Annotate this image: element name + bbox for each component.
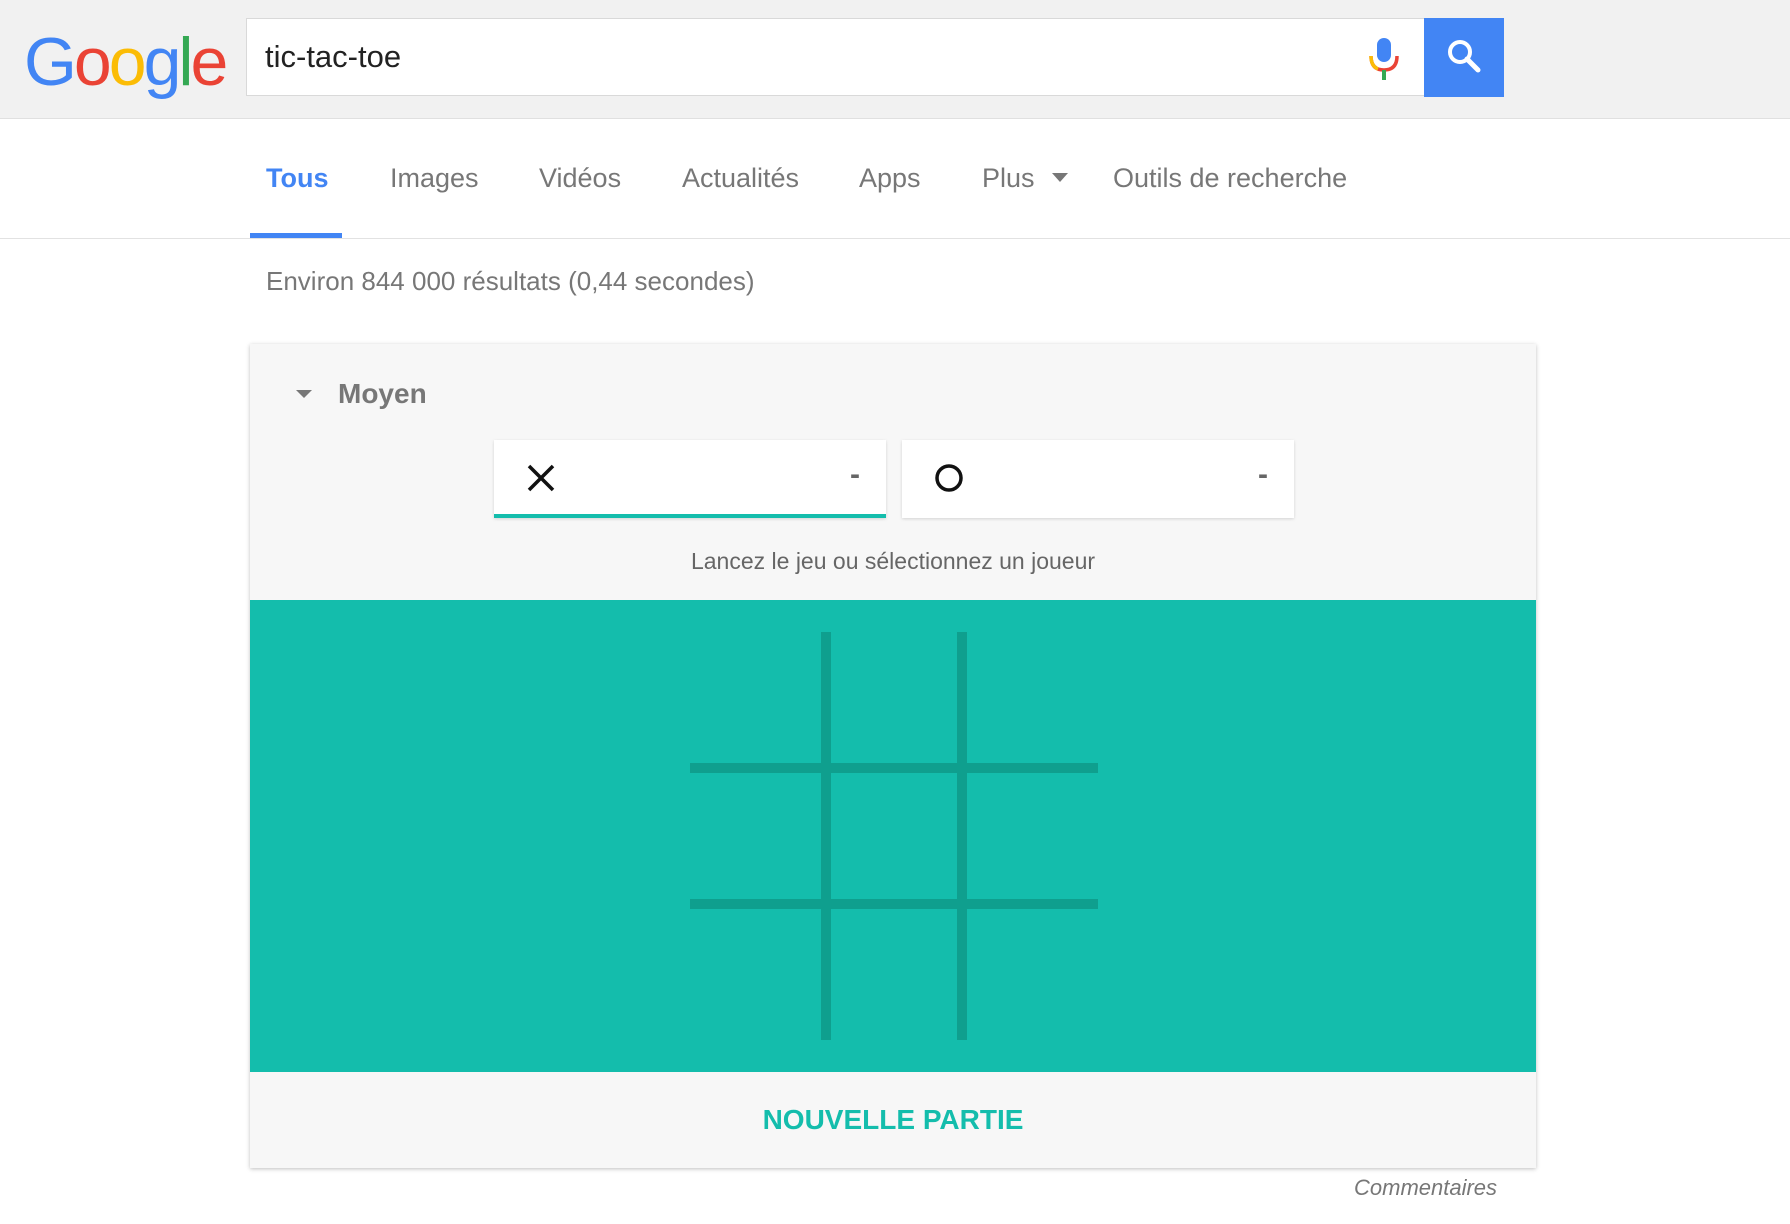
grid-line-vertical (821, 632, 831, 1040)
o-symbol-icon (935, 464, 963, 492)
microphone-icon[interactable] (1366, 36, 1402, 82)
board-cell[interactable] (695, 637, 821, 763)
player-o-button[interactable]: - (902, 440, 1294, 518)
logo-letter: l (178, 24, 193, 100)
board-cell[interactable] (967, 909, 1093, 1035)
feedback-link[interactable]: Commentaires (1354, 1175, 1497, 1201)
board-cell[interactable] (831, 909, 957, 1035)
tab-videos[interactable]: Vidéos (539, 119, 621, 237)
logo-letter: G (24, 24, 77, 100)
caret-down-icon (1052, 173, 1069, 183)
google-logo[interactable]: Google (24, 22, 229, 102)
player-x-score: - (850, 458, 860, 491)
board-cell[interactable] (695, 773, 821, 899)
tab-more-label: Plus (982, 163, 1035, 193)
magnifier-icon (1448, 40, 1481, 73)
grid-line-horizontal (690, 899, 1098, 909)
board-cell[interactable] (831, 637, 957, 763)
logo-letter: o (73, 24, 112, 100)
search-button[interactable] (1424, 18, 1504, 97)
logo-letter: e (190, 24, 229, 100)
logo-letter: o (108, 24, 147, 100)
player-x-button[interactable]: - (494, 440, 886, 518)
board-cell[interactable] (967, 773, 1093, 899)
search-box[interactable] (246, 18, 1424, 96)
search-header: Google (0, 0, 1790, 119)
active-tab-indicator (250, 233, 342, 238)
tic-tac-toe-card: Moyen - - Lancez le jeu ou sélectionnez … (250, 344, 1536, 1168)
board-cell[interactable] (695, 909, 821, 1035)
logo-letter: g (143, 24, 182, 100)
tab-search-tools[interactable]: Outils de recherche (1113, 119, 1347, 237)
tab-news[interactable]: Actualités (682, 119, 799, 237)
player-o-score: - (1258, 458, 1268, 491)
tab-images[interactable]: Images (390, 119, 479, 237)
x-symbol-icon (527, 464, 555, 492)
difficulty-label: Moyen (338, 378, 427, 409)
tab-apps[interactable]: Apps (859, 119, 921, 237)
tab-more[interactable]: Plus (982, 119, 1069, 237)
board-cell[interactable] (831, 773, 957, 899)
search-tabs: Tous Images Vidéos Actualités Apps Plus … (0, 119, 1790, 239)
caret-down-icon (296, 390, 312, 398)
game-board (690, 632, 1098, 1040)
new-game-button[interactable]: NOUVELLE PARTIE (250, 1072, 1536, 1168)
search-input[interactable] (265, 19, 1345, 95)
game-hint: Lancez le jeu ou sélectionnez un joueur (690, 548, 1096, 574)
result-stats: Environ 844 000 résultats (0,44 secondes… (266, 266, 755, 296)
grid-line-horizontal (690, 763, 1098, 773)
grid-line-vertical (957, 632, 967, 1040)
board-cell[interactable] (967, 637, 1093, 763)
tab-all[interactable]: Tous (266, 119, 329, 237)
game-board-area (250, 600, 1536, 1072)
